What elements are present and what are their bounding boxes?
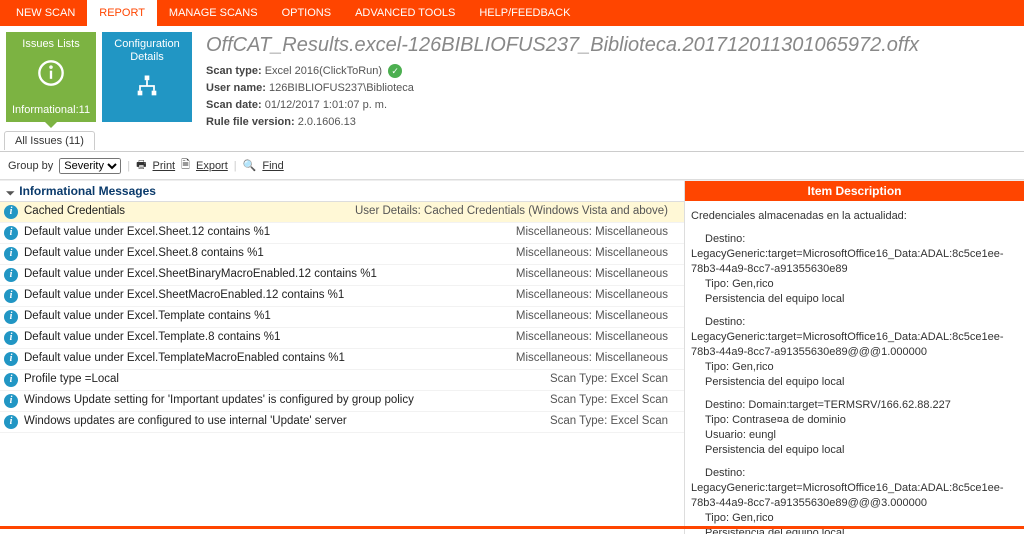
description-body[interactable]: Credenciales almacenadas en la actualida… bbox=[685, 201, 1024, 534]
selected-arrow-icon bbox=[45, 122, 57, 128]
info-icon: i bbox=[4, 415, 18, 429]
issue-row[interactable]: i Default value under Excel.TemplateMacro… bbox=[0, 349, 684, 370]
find-icon: 🔍 bbox=[243, 159, 257, 172]
issue-category: Miscellaneous: Miscellaneous bbox=[516, 268, 678, 282]
section-header[interactable]: Informational Messages bbox=[0, 181, 684, 202]
issue-name: Profile type =Local bbox=[24, 373, 550, 387]
description-header: Item Description bbox=[685, 181, 1024, 201]
print-link[interactable]: Print bbox=[153, 160, 176, 172]
footer-label: Informational: bbox=[12, 104, 79, 116]
issue-name: Default value under Excel.Template conta… bbox=[24, 310, 516, 324]
issues-pane: Informational Messages i Cached Credentia… bbox=[0, 181, 684, 534]
issue-row[interactable]: i Default value under Excel.SheetBinaryMa… bbox=[0, 265, 684, 286]
issue-category: Scan Type: Excel Scan bbox=[550, 415, 678, 429]
issue-name: Default value under Excel.SheetMacroEnab… bbox=[24, 289, 516, 303]
nav-options[interactable]: OPTIONS bbox=[270, 0, 344, 26]
issue-name: Default value under Excel.Sheet.12 conta… bbox=[24, 226, 516, 240]
toolbar: Group by Severity | 🖶Print 🗎Export | 🔍Fi… bbox=[0, 152, 1024, 180]
issue-name: Windows Update setting for 'Important up… bbox=[24, 394, 550, 408]
tab-all-issues[interactable]: All Issues (11) bbox=[4, 131, 95, 150]
issue-name: Windows updates are configured to use in… bbox=[24, 415, 550, 429]
desc-block: Destino: Domain:target=TERMSRV/166.62.88… bbox=[691, 398, 1018, 458]
issue-row[interactable]: i Default value under Excel.Sheet.12 cont… bbox=[0, 223, 684, 244]
issue-row[interactable]: i Default value under Excel.Template cont… bbox=[0, 307, 684, 328]
find-link[interactable]: Find bbox=[262, 160, 283, 172]
desc-intro: Credenciales almacenadas en la actualida… bbox=[691, 209, 1018, 224]
nav-report[interactable]: REPORT bbox=[87, 0, 157, 26]
issue-row[interactable]: i Default value under Excel.Sheet.8 conta… bbox=[0, 244, 684, 265]
issue-name: Default value under Excel.Sheet.8 contai… bbox=[24, 247, 516, 261]
desc-block: Destino: LegacyGeneric:target=MicrosoftO… bbox=[691, 315, 1018, 390]
nav-help-feedback[interactable]: HELP/FEEDBACK bbox=[467, 0, 582, 26]
info-icon: i bbox=[4, 394, 18, 408]
nav-new-scan[interactable]: NEW SCAN bbox=[4, 0, 87, 26]
issue-category: Miscellaneous: Miscellaneous bbox=[516, 226, 678, 240]
issue-category: Miscellaneous: Miscellaneous bbox=[516, 289, 678, 303]
info-icon: i bbox=[4, 352, 18, 366]
info-icon: i bbox=[4, 247, 18, 261]
issues-lists-card[interactable]: Issues Lists Informational: 11 bbox=[6, 32, 96, 122]
description-pane: Item Description Credenciales almacenada… bbox=[684, 181, 1024, 534]
info-icon: i bbox=[4, 226, 18, 240]
issue-name: Default value under Excel.Template.8 con… bbox=[24, 331, 516, 345]
desc-block: Destino: LegacyGeneric:target=MicrosoftO… bbox=[691, 232, 1018, 307]
header-area: Issues Lists Informational: 11 Configura… bbox=[0, 26, 1024, 126]
issue-row[interactable]: i Profile type =LocalScan Type: Excel Sca… bbox=[0, 370, 684, 391]
card-title: Issues Lists bbox=[6, 32, 96, 51]
issue-row[interactable]: i Windows updates are configured to use i… bbox=[0, 412, 684, 433]
issue-name: Default value under Excel.TemplateMacroE… bbox=[24, 352, 516, 366]
issue-category: Miscellaneous: Miscellaneous bbox=[516, 310, 678, 324]
export-link[interactable]: Export bbox=[196, 160, 228, 172]
config-details-card[interactable]: Configuration Details bbox=[102, 32, 192, 122]
top-nav: NEW SCANREPORTMANAGE SCANSOPTIONSADVANCE… bbox=[0, 0, 1024, 26]
issue-row[interactable]: i Windows Update setting for 'Important u… bbox=[0, 391, 684, 412]
info-icon: i bbox=[4, 205, 18, 219]
info-icon: i bbox=[4, 373, 18, 387]
issue-category: Scan Type: Excel Scan bbox=[550, 394, 678, 408]
issue-row[interactable]: i Default value under Excel.Template.8 co… bbox=[0, 328, 684, 349]
issue-category: Miscellaneous: Miscellaneous bbox=[516, 352, 678, 366]
nav-manage-scans[interactable]: MANAGE SCANS bbox=[157, 0, 270, 26]
tab-strip: All Issues (11) bbox=[0, 130, 1024, 152]
footer-count: 11 bbox=[79, 104, 90, 116]
print-icon: 🖶 bbox=[136, 156, 146, 175]
card-title: Configuration Details bbox=[102, 32, 192, 64]
info-icon: i bbox=[4, 268, 18, 282]
export-icon: 🗎 bbox=[181, 156, 190, 175]
nav-advanced-tools[interactable]: ADVANCED TOOLS bbox=[343, 0, 467, 26]
group-by-select[interactable]: Severity bbox=[59, 158, 121, 174]
info-icon: i bbox=[4, 310, 18, 324]
issue-category: Miscellaneous: Miscellaneous bbox=[516, 247, 678, 261]
card-footer: Informational: 11 bbox=[6, 104, 96, 116]
info-icon: i bbox=[4, 331, 18, 345]
issue-row[interactable]: i Cached CredentialsUser Details: Cached … bbox=[0, 202, 684, 223]
issue-category: Miscellaneous: Miscellaneous bbox=[516, 331, 678, 345]
report-meta: OffCAT_Results.excel-126BIBLIOFUS237_Bib… bbox=[192, 26, 1024, 126]
issue-row[interactable]: i Default value under Excel.SheetMacroEna… bbox=[0, 286, 684, 307]
check-icon: ✓ bbox=[388, 64, 402, 78]
content-split: Informational Messages i Cached Credentia… bbox=[0, 180, 1024, 534]
desc-block: Destino: LegacyGeneric:target=MicrosoftO… bbox=[691, 466, 1018, 534]
info-circle-icon bbox=[6, 59, 96, 94]
group-by-label: Group by bbox=[8, 160, 53, 172]
report-title: OffCAT_Results.excel-126BIBLIOFUS237_Bib… bbox=[206, 34, 1010, 57]
hierarchy-icon bbox=[102, 72, 192, 107]
issue-category: User Details: Cached Credentials (Window… bbox=[355, 205, 678, 219]
info-icon: i bbox=[4, 289, 18, 303]
issue-name: Cached Credentials bbox=[24, 205, 355, 219]
issue-name: Default value under Excel.SheetBinaryMac… bbox=[24, 268, 516, 282]
issue-category: Scan Type: Excel Scan bbox=[550, 373, 678, 387]
